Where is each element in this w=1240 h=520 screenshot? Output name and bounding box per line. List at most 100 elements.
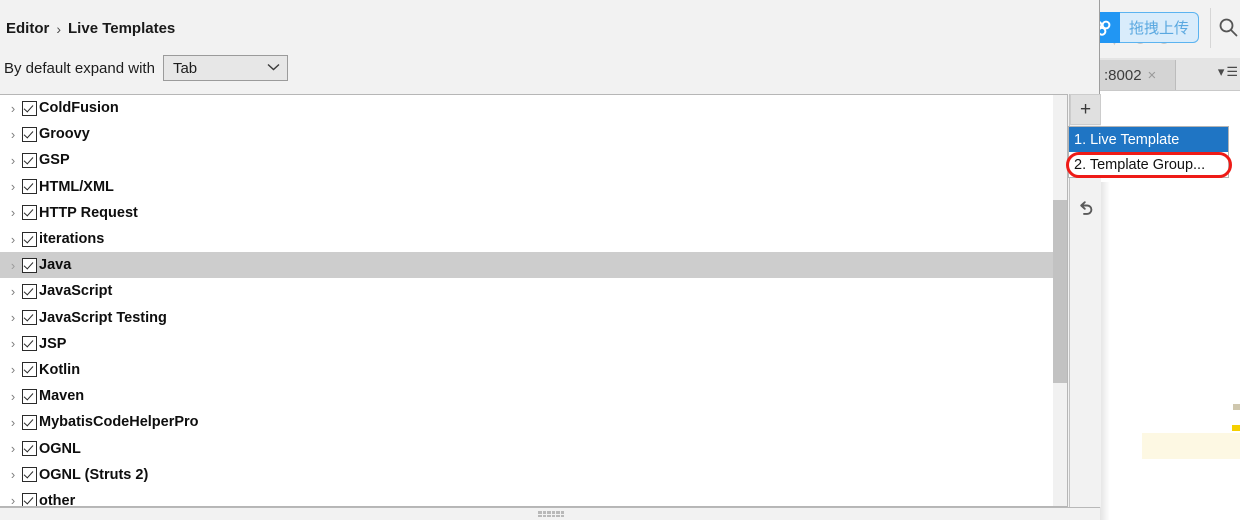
row-label: other: [39, 492, 76, 507]
row-checkbox[interactable]: [22, 152, 37, 168]
resize-grip[interactable]: [538, 511, 564, 517]
table-row[interactable]: › Java: [0, 252, 1067, 279]
table-row[interactable]: › Maven: [0, 383, 1067, 409]
table-row[interactable]: › HTTP Request: [0, 200, 1067, 226]
table-row[interactable]: › other: [0, 488, 1067, 507]
row-label: MybatisCodeHelperPro: [39, 414, 199, 431]
page-title: Live Templates: [68, 20, 176, 37]
browser-tab[interactable]: :8002 ×: [1098, 60, 1176, 90]
tab-bar-tools[interactable]: ▾ ☰: [1218, 64, 1238, 80]
expand-chevron-icon[interactable]: ›: [4, 179, 22, 194]
expand-chevron-icon[interactable]: ›: [4, 284, 22, 299]
expand-chevron-icon[interactable]: ›: [4, 258, 22, 273]
revert-button[interactable]: [1070, 195, 1101, 226]
row-label: OGNL (Struts 2): [39, 466, 149, 483]
expand-chevron-icon[interactable]: ›: [4, 101, 22, 116]
expand-chevron-icon[interactable]: ›: [4, 441, 22, 456]
expand-chevron-icon[interactable]: ›: [4, 232, 22, 247]
netdisk-upload-button[interactable]: 拖拽上传: [1120, 12, 1200, 43]
row-checkbox[interactable]: [22, 414, 37, 430]
row-checkbox[interactable]: [22, 257, 37, 273]
menu-item-label: 2. Template Group...: [1074, 156, 1206, 173]
row-checkbox[interactable]: [22, 283, 37, 299]
chevron-down-icon[interactable]: ▾: [1218, 64, 1225, 80]
expand-chevron-icon[interactable]: ›: [4, 153, 22, 168]
expand-with-label: By default expand with: [4, 59, 155, 77]
row-checkbox[interactable]: [22, 310, 37, 326]
row-checkbox[interactable]: [22, 126, 37, 142]
expand-chevron-icon[interactable]: ›: [4, 415, 22, 430]
add-template-popup-menu[interactable]: 1. Live Template 2. Template Group...: [1068, 126, 1229, 178]
table-row[interactable]: › OGNL (Struts 2): [0, 462, 1067, 488]
expand-chevron-icon[interactable]: ›: [4, 336, 22, 351]
row-checkbox[interactable]: [22, 100, 37, 116]
toolbar-divider: [1210, 8, 1211, 48]
template-groups-list[interactable]: › ColdFusion › Groovy › GSP › HTML/XML › HTTP Req…: [0, 94, 1068, 507]
row-checkbox[interactable]: [22, 441, 37, 457]
background-browser-window: ▼↻↺ 拖拽上传 :80: [1098, 0, 1240, 520]
list-scrollbar-thumb[interactable]: [1053, 200, 1067, 383]
row-label: Java: [39, 257, 72, 274]
row-label: JavaScript: [39, 283, 113, 300]
row-checkbox[interactable]: [22, 467, 37, 483]
hamburger-menu-icon[interactable]: ☰: [1226, 64, 1238, 80]
screenshot-root: ▼↻↺ 拖拽上传 :80: [0, 0, 1240, 520]
add-button[interactable]: +: [1070, 94, 1101, 125]
table-row[interactable]: › JavaScript Testing: [0, 305, 1067, 331]
browser-tab-label: :8002: [1104, 66, 1142, 84]
expand-with-row: By default expand with Tab: [4, 55, 288, 81]
menu-item[interactable]: 1. Live Template: [1069, 127, 1228, 152]
row-label: Groovy: [39, 126, 90, 143]
table-row[interactable]: › JavaScript: [0, 278, 1067, 304]
expand-chevron-icon[interactable]: ›: [4, 310, 22, 325]
page-highlight-band: [1142, 433, 1240, 459]
expand-chevron-icon[interactable]: ›: [4, 127, 22, 142]
revert-arrow-icon: [1076, 199, 1095, 223]
row-label: OGNL: [39, 440, 81, 457]
row-checkbox[interactable]: [22, 205, 37, 221]
row-label: Maven: [39, 388, 85, 405]
browser-tab-bar: :8002 × ▾ ☰: [1098, 58, 1240, 91]
table-row[interactable]: › ColdFusion: [0, 95, 1067, 121]
row-label: GSP: [39, 152, 70, 169]
close-icon[interactable]: ×: [1148, 67, 1157, 84]
expand-chevron-icon[interactable]: ›: [4, 205, 22, 220]
chevron-down-icon: [267, 62, 280, 74]
row-checkbox[interactable]: [22, 493, 37, 506]
row-label: iterations: [39, 231, 105, 248]
expand-chevron-icon[interactable]: ›: [4, 362, 22, 377]
row-label: ColdFusion: [39, 100, 119, 117]
table-row[interactable]: › JSP: [0, 331, 1067, 357]
menu-item[interactable]: 2. Template Group...: [1069, 152, 1228, 177]
expand-chevron-icon[interactable]: ›: [4, 493, 22, 506]
expand-chevron-icon[interactable]: ›: [4, 389, 22, 404]
table-row[interactable]: › OGNL: [0, 435, 1067, 461]
table-row[interactable]: › Kotlin: [0, 357, 1067, 383]
row-checkbox[interactable]: [22, 336, 37, 352]
row-label: JavaScript Testing: [39, 309, 167, 326]
row-checkbox[interactable]: [22, 231, 37, 247]
search-icon[interactable]: [1218, 17, 1238, 37]
breadcrumb-separator-icon: ›: [56, 20, 62, 37]
netdisk-upload-widget[interactable]: 拖拽上传: [1098, 12, 1200, 43]
row-checkbox[interactable]: [22, 388, 37, 404]
table-row[interactable]: › HTML/XML: [0, 174, 1067, 200]
table-row[interactable]: › Groovy: [0, 121, 1067, 147]
row-checkbox[interactable]: [22, 362, 37, 378]
browser-toolbar: ▼↻↺ 拖拽上传: [1098, 0, 1240, 59]
expand-chevron-icon[interactable]: ›: [4, 467, 22, 482]
table-row[interactable]: › iterations: [0, 226, 1067, 252]
expand-with-select[interactable]: Tab: [162, 55, 288, 81]
row-label: HTTP Request: [39, 204, 138, 221]
table-row[interactable]: › GSP: [0, 147, 1067, 173]
page-chip-yellow: [1232, 425, 1240, 431]
breadcrumb-parent[interactable]: Editor: [6, 20, 49, 37]
plus-icon: +: [1079, 99, 1092, 120]
row-label: Kotlin: [39, 361, 81, 378]
row-label: HTML/XML: [39, 178, 114, 195]
table-row[interactable]: › MybatisCodeHelperPro: [0, 409, 1067, 435]
row-checkbox[interactable]: [22, 179, 37, 195]
expand-with-value: Tab: [172, 59, 198, 77]
breadcrumb: Editor › Live Templates: [6, 20, 175, 37]
row-label: JSP: [39, 335, 67, 352]
